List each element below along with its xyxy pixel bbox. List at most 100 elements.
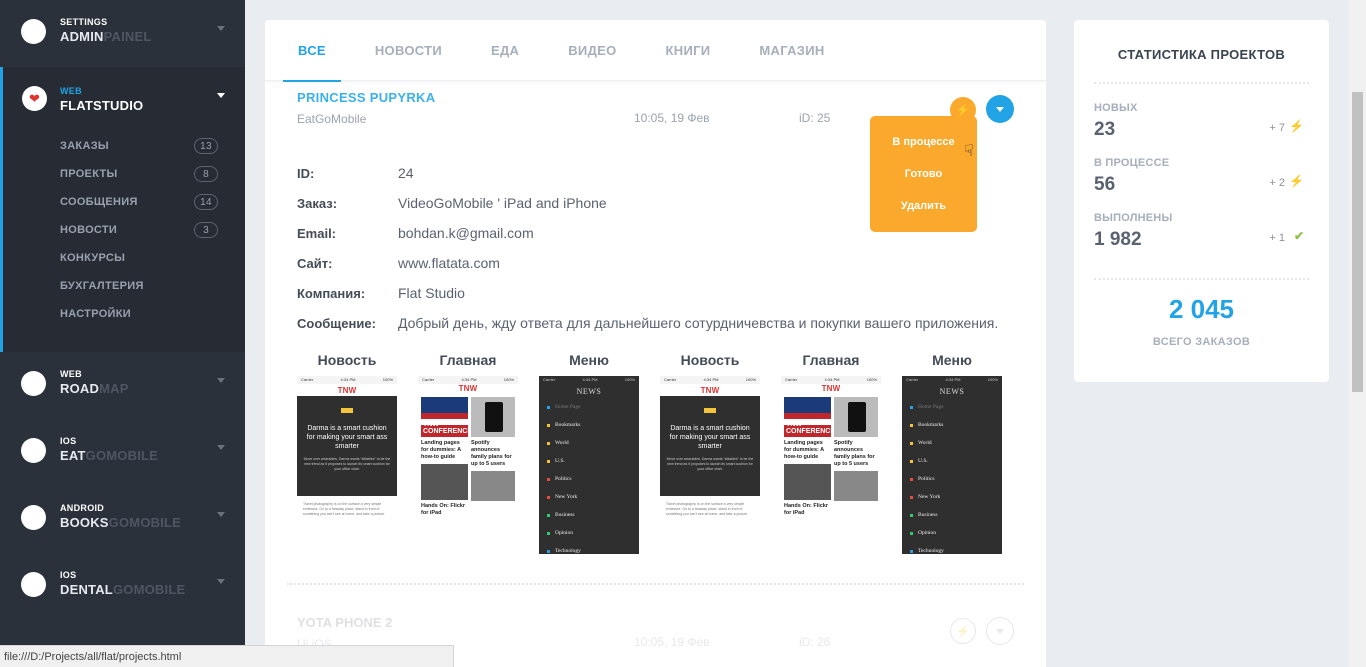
- chevron-down-icon[interactable]: [217, 378, 225, 383]
- collapse-toggle-button[interactable]: [986, 95, 1014, 123]
- category-tabs: ВСЕ НОВОСТИ ЕДА ВИДЕО КНИГИ МАГАЗИН: [265, 20, 1046, 82]
- stats-title: СТАТИСТИКА ПРОЕКТОВ: [1117, 47, 1286, 62]
- divider: [287, 583, 1024, 585]
- sidebar-project-flat-studio[interactable]: ❤ WEB FLATSTUDIO ЗАКАЗЫ 13 ПРОЕКТЫ 8 СООБЩ…: [0, 67, 245, 352]
- project-avatar: [21, 505, 46, 530]
- project-date: 10:05, 19 Фев: [634, 111, 710, 125]
- project-stats-card: СТАТИСТИКА ПРОЕКТОВ НОВЫХ 23 + 7 ⚡ В ПРО…: [1074, 20, 1329, 382]
- phone-mockup: Carrier 4:34 PM 100% TNW Darma is a smart …: [297, 376, 397, 554]
- status-option-in-progress[interactable]: В процессе: [870, 126, 977, 158]
- total-orders-label: ВСЕГО ЗАКАЗОВ: [1152, 336, 1251, 348]
- project-name: ROADMAP: [60, 381, 129, 396]
- project-title[interactable]: YOTA PHONE 2: [297, 615, 392, 630]
- heart-icon: ❤: [22, 86, 47, 111]
- tab-food[interactable]: ЕДА: [476, 20, 534, 81]
- tab-books[interactable]: КНИГИ: [651, 20, 726, 81]
- check-icon: ✔: [1293, 229, 1304, 243]
- detail-row-site: Сайт: www.flatata.com: [297, 255, 500, 271]
- chevron-down-icon[interactable]: [217, 93, 225, 98]
- divider: [1094, 278, 1309, 280]
- project-platform: IOS: [60, 436, 77, 446]
- project-name: BOOKSGOMOBILE: [60, 515, 182, 530]
- tab-news[interactable]: НОВОСТИ: [360, 20, 457, 81]
- project-name: DENTALGOMOBILE: [60, 582, 186, 597]
- screenshot-menu[interactable]: Меню Carrier 4:34 PM 100% NEWS Home Page B…: [902, 352, 1023, 554]
- screenshots-gallery: Новость Carrier 4:34 PM 100% TNW Darma is …: [297, 352, 1023, 554]
- chevron-down-icon[interactable]: [217, 26, 225, 31]
- page-scrollbar[interactable]: [1349, 0, 1366, 667]
- screenshot-caption: Главная: [802, 352, 860, 368]
- project-avatar: [21, 572, 46, 597]
- chevron-down-icon: [996, 628, 1004, 634]
- tab-all[interactable]: ВСЕ: [283, 20, 341, 82]
- sidebar: SETTINGS ADMINPAINEL ❤ WEB FLATSTUDIO ЗА…: [0, 0, 245, 667]
- project-submenu: ЗАКАЗЫ 13 ПРОЕКТЫ 8 СООБЩЕНИЯ 14 НОВОСТИ 3 К…: [60, 132, 218, 328]
- detail-row-message: Сообщение: Добрый день, жду ответа для да…: [297, 315, 999, 331]
- phone-mockup: Carrier 4:34 PM 100% TNW TNW CONFERENCE La…: [781, 376, 881, 554]
- project-avatar: [21, 19, 46, 44]
- count-badge: 8: [194, 166, 218, 182]
- tab-video[interactable]: ВИДЕО: [553, 20, 631, 81]
- stat-in-progress: В ПРОЦЕССЕ 56 + 2 ⚡: [1094, 157, 1304, 195]
- sidebar-project-roadmap[interactable]: WEB ROADMAP: [0, 352, 245, 419]
- screenshot-main[interactable]: Главная Carrier 4:34 PM 100% TNW TNW CONFE…: [781, 352, 902, 554]
- projects-card: ВСЕ НОВОСТИ ЕДА ВИДЕО КНИГИ МАГАЗИН PRIN…: [265, 20, 1046, 667]
- project-title[interactable]: PRINCESS PUPYRKA: [297, 90, 435, 105]
- project-date: 10:05, 19 Фев: [634, 635, 710, 649]
- bolt-icon[interactable]: ⚡: [950, 618, 976, 644]
- phone-mockup: Carrier 4:34 PM 100% TNW Darma is a smart …: [660, 376, 760, 554]
- count-badge: 13: [194, 138, 218, 154]
- project-details: ID: 24 Заказ: VideoGoMobile ' iPad and iPh…: [297, 158, 998, 338]
- screenshot-caption: Меню: [569, 352, 609, 368]
- project-name: FLATSTUDIO: [60, 98, 144, 113]
- expand-toggle-button[interactable]: [986, 617, 1014, 645]
- sidebar-project-admin[interactable]: SETTINGS ADMINPAINEL: [0, 0, 245, 67]
- screenshot-caption: Новость: [317, 352, 377, 368]
- project-id: iD: 25: [799, 111, 831, 125]
- submenu-item-contests[interactable]: КОНКУРСЫ: [60, 244, 218, 272]
- screenshot-menu[interactable]: Меню Carrier 4:34 PM 100% NEWS Home Page B…: [539, 352, 660, 554]
- project-platform: WEB: [60, 369, 82, 379]
- screenshot-main[interactable]: Главная Carrier 4:34 PM 100% TNW TNW CONFE…: [418, 352, 539, 554]
- total-orders-value: 2 045: [1168, 294, 1235, 324]
- count-badge: 3: [194, 222, 218, 238]
- chevron-down-icon: [996, 106, 1004, 112]
- stat-completed: ВЫПОЛНЕНЫ 1 982 + 1 ✔: [1094, 212, 1304, 250]
- submenu-item-orders[interactable]: ЗАКАЗЫ 13: [60, 132, 218, 160]
- detail-row-id: ID: 24: [297, 165, 414, 181]
- chevron-down-icon[interactable]: [217, 445, 225, 450]
- sidebar-project-eatgomobile[interactable]: IOS EATGOMOBILE: [0, 419, 245, 486]
- screenshot-news[interactable]: Новость Carrier 4:34 PM 100% TNW Darma is …: [660, 352, 781, 554]
- submenu-item-messages[interactable]: СООБЩЕНИЯ 14: [60, 188, 218, 216]
- scrollbar-thumb[interactable]: [1352, 92, 1363, 392]
- sidebar-project-dentalgomobile[interactable]: IOS DENTALGOMOBILE: [0, 553, 245, 620]
- sidebar-project-booksgomobile[interactable]: ANDROID BOOKSGOMOBILE: [0, 486, 245, 553]
- submenu-item-news[interactable]: НОВОСТИ 3: [60, 216, 218, 244]
- count-badge: 14: [194, 194, 218, 210]
- submenu-item-settings[interactable]: НАСТРОЙКИ: [60, 300, 218, 328]
- screenshot-caption: Главная: [439, 352, 497, 368]
- project-platform: ANDROID: [60, 503, 105, 513]
- phone-mockup: Carrier 4:34 PM 100% NEWS Home Page Bookma…: [539, 376, 639, 554]
- detail-row-email: Email: bohdan.k@gmail.com: [297, 225, 534, 241]
- detail-row-company: Компания: Flat Studio: [297, 285, 465, 301]
- project-id: iD: 26: [799, 635, 831, 649]
- stat-new: НОВЫХ 23 + 7 ⚡: [1094, 102, 1304, 140]
- submenu-item-projects[interactable]: ПРОЕКТЫ 8: [60, 160, 218, 188]
- browser-status-bar: file:///D:/Projects/all/flat/projects.ht…: [0, 645, 454, 667]
- tnw-logo: TNW: [337, 385, 357, 395]
- detail-row-order: Заказ: VideoGoMobile ' iPad and iPhone: [297, 195, 607, 211]
- chevron-down-icon[interactable]: [217, 512, 225, 517]
- project-avatar: [21, 371, 46, 396]
- project-name: ADMINPAINEL: [60, 29, 152, 44]
- bolt-icon[interactable]: ⚡: [950, 97, 976, 123]
- project-name: EATGOMOBILE: [60, 448, 159, 463]
- bolt-icon: ⚡: [1289, 119, 1304, 133]
- screenshot-news[interactable]: Новость Carrier 4:34 PM 100% TNW Darma is …: [297, 352, 418, 554]
- submenu-item-accounting[interactable]: БУХГАЛТЕРИЯ: [60, 272, 218, 300]
- chevron-down-icon[interactable]: [217, 579, 225, 584]
- project-client: EatGoMobile: [297, 112, 367, 126]
- project-avatar: [21, 438, 46, 463]
- tab-shop[interactable]: МАГАЗИН: [744, 20, 839, 81]
- screenshot-caption: Новость: [680, 352, 740, 368]
